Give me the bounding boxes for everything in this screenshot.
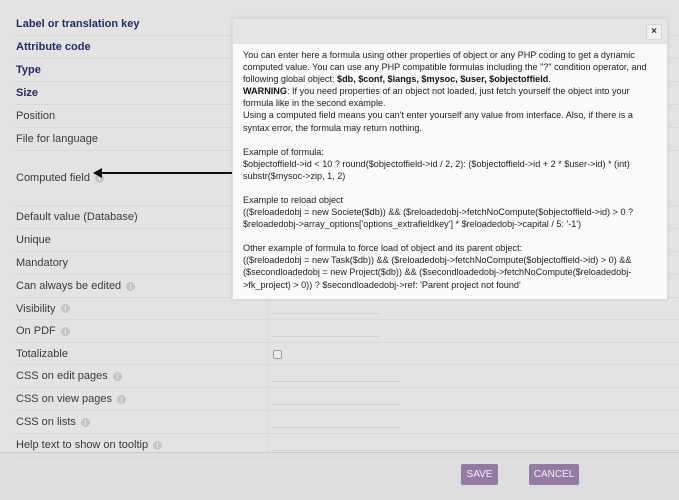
help-text-to-show-on-tooltip-input[interactable]: [272, 450, 679, 451]
field-label: CSS on view pages: [16, 393, 112, 405]
field-label-cell: Totalizable: [13, 343, 268, 364]
save-button[interactable]: SAVE: [461, 464, 498, 485]
form-row-help-text-to-show-on-tooltip: Help text to show on tooltip: [13, 434, 679, 457]
field-label-cell: CSS on edit pages: [13, 365, 268, 387]
field-label-cell: CSS on view pages: [13, 388, 268, 410]
field-label: On PDF: [16, 325, 56, 337]
field-label-cell: Default value (Database): [13, 206, 268, 228]
example3-code: (($reloadedobj = new Task($db)) && ($rel…: [243, 255, 632, 290]
css-on-edit-pages-input[interactable]: [272, 381, 400, 382]
field-label-cell: Attribute code: [13, 36, 268, 58]
field-label-cell: Can always be edited: [13, 275, 268, 297]
form-row-css-on-view-pages: CSS on view pages: [13, 388, 679, 411]
close-icon[interactable]: ×: [646, 24, 662, 40]
field-label-cell: Unique: [13, 229, 268, 251]
field-label: File for language: [16, 133, 98, 145]
form-row-on-pdf: On PDF: [13, 320, 679, 343]
form-row-css-on-edit-pages: CSS on edit pages: [13, 365, 679, 388]
field-value-cell: [268, 388, 679, 410]
info-icon[interactable]: [80, 417, 90, 427]
field-label-cell: Size: [13, 82, 268, 104]
field-value-cell: [268, 411, 679, 433]
field-label-cell: Position: [13, 105, 268, 127]
css-on-lists-input[interactable]: [272, 427, 400, 428]
field-label-cell: Mandatory: [13, 252, 268, 274]
field-label: CSS on edit pages: [16, 370, 108, 382]
css-on-view-pages-input[interactable]: [272, 404, 400, 405]
field-label: Size: [16, 87, 39, 99]
example2-title: Example to reload object: [243, 194, 344, 205]
example1-code: $objectoffield->id < 10 ? round($objecto…: [243, 158, 630, 181]
warning-label: WARNING: [243, 86, 287, 97]
info-icon[interactable]: [117, 394, 126, 404]
form-row-totalizable: Totalizable: [13, 343, 679, 365]
totalizable-checkbox[interactable]: [273, 350, 282, 359]
cancel-button[interactable]: CANCEL: [529, 464, 579, 485]
field-label-cell: Type: [13, 59, 268, 81]
example1-title: Example of formula:: [243, 146, 324, 157]
field-label: Type: [16, 64, 41, 76]
info-icon[interactable]: [112, 371, 122, 381]
field-value-cell: [268, 343, 679, 364]
field-label-cell: On PDF: [13, 320, 268, 342]
field-value-cell: [268, 434, 679, 456]
field-label: Can always be edited: [16, 280, 122, 292]
info-icon[interactable]: [60, 326, 70, 336]
on-pdf-input[interactable]: [272, 336, 378, 337]
info-icon[interactable]: [60, 304, 70, 313]
field-label: Computed field: [16, 172, 90, 184]
field-label: Default value (Database): [16, 211, 138, 223]
field-value-cell: [268, 320, 679, 342]
help-computed-note: Using a computed field means you can't e…: [243, 110, 633, 133]
example2-code: (($reloadedobj = new Societe($db)) && ($…: [243, 207, 634, 230]
form-row-visibility: Visibility: [13, 298, 679, 320]
dialog-body: You can enter here a formula using other…: [233, 44, 667, 291]
info-icon[interactable]: [153, 440, 163, 450]
help-intro: You can enter here a formula using other…: [243, 50, 647, 85]
field-label-cell: Visibility: [13, 298, 268, 319]
help-globals: $db, $conf, $langs, $mysoc, $user, $obje…: [337, 74, 549, 85]
computed-field-help-dialog: × You can enter here a formula using oth…: [232, 18, 668, 300]
form-row-css-on-lists: CSS on lists: [13, 411, 679, 434]
field-value-cell: [268, 365, 679, 387]
field-label: Attribute code: [16, 41, 91, 53]
field-label: Label or translation key: [16, 18, 140, 30]
field-label-cell: CSS on lists: [13, 411, 268, 433]
field-label-cell: Help text to show on tooltip: [13, 434, 268, 456]
dialog-titlebar: ×: [233, 19, 667, 44]
field-label: CSS on lists: [16, 416, 76, 428]
field-label: Help text to show on tooltip: [16, 439, 149, 451]
field-label-cell: Computed field: [13, 151, 268, 205]
field-label: Visibility: [16, 302, 56, 315]
field-label-cell: File for language: [13, 128, 268, 150]
field-label-cell: Label or translation key: [13, 13, 268, 35]
info-icon[interactable]: [126, 281, 136, 291]
help-warning: WARNING: If you need properties of an ob…: [243, 86, 630, 109]
annotation-arrow-head-icon: [93, 168, 102, 178]
field-value-cell: [268, 298, 679, 319]
field-label: Unique: [16, 234, 51, 246]
field-label: Mandatory: [16, 257, 68, 269]
annotation-arrow-line: [94, 172, 237, 174]
visibility-input[interactable]: [272, 313, 378, 314]
field-label: Position: [16, 110, 56, 122]
example3-title: Other example of formula to force load o…: [243, 243, 523, 254]
field-label: Totalizable: [16, 347, 68, 360]
